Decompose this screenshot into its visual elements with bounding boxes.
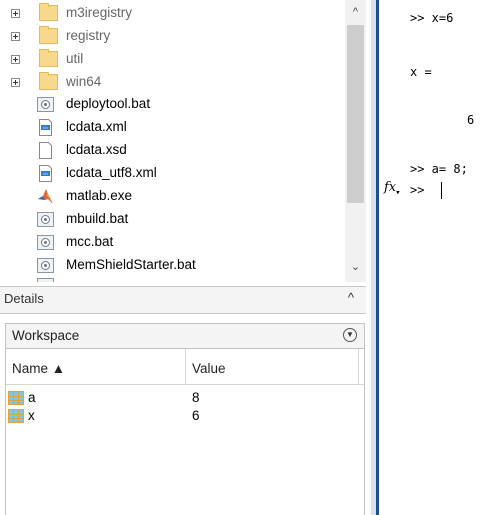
tree-row-win64[interactable]: win64 xyxy=(0,72,345,95)
file-name: matlab.exe xyxy=(66,188,133,203)
tree-row-m3iregistry[interactable]: m3iregistry xyxy=(0,3,345,26)
expand-icon[interactable] xyxy=(11,78,20,87)
tree-row-mcc-bat[interactable]: mcc.bat xyxy=(0,233,345,255)
batch-file-icon xyxy=(37,212,54,227)
workspace-actions-menu-icon[interactable]: ▼ xyxy=(343,328,357,342)
file-name: util xyxy=(66,51,84,66)
tree-row-util[interactable]: util xyxy=(0,49,345,72)
file-name: deploytool.bat xyxy=(66,96,151,111)
variable-value: 6 xyxy=(192,408,200,423)
folder-icon xyxy=(39,72,58,90)
column-header-name[interactable]: Name ▲ xyxy=(12,361,65,376)
tree-row-memshieldstarter-bat[interactable]: MemShieldStarter.bat xyxy=(0,256,345,278)
fx-label: fx xyxy=(384,180,397,195)
current-folder-tree: m3iregistry registry util win64 deployto… xyxy=(0,0,345,282)
file-name: registry xyxy=(66,28,111,43)
column-divider[interactable] xyxy=(358,349,359,384)
document-icon xyxy=(39,142,52,159)
scroll-down-arrow-icon[interactable]: ⌄ xyxy=(350,262,361,273)
tree-row-lcdata-xsd[interactable]: lcdata.xsd xyxy=(0,141,345,163)
matrix-variable-icon xyxy=(8,391,24,405)
command-line: >> a= 8; xyxy=(410,162,468,176)
column-divider[interactable] xyxy=(185,349,186,384)
file-name: lcdata.xsd xyxy=(66,142,127,157)
tree-row-lcdata-utf8-xml[interactable]: </> lcdata_utf8.xml xyxy=(0,164,345,186)
batch-file-icon xyxy=(37,97,54,112)
column-header-value[interactable]: Value xyxy=(192,361,226,376)
file-name: mbuild.bat xyxy=(66,211,129,226)
folder-icon xyxy=(39,3,58,21)
svg-text:</>: </> xyxy=(43,171,49,176)
file-name: m3iregistry xyxy=(66,5,133,20)
file-name: lcdata.xml xyxy=(66,119,127,134)
command-output-value: 6 xyxy=(467,113,475,127)
expand-icon[interactable] xyxy=(11,32,20,41)
variable-name: x xyxy=(28,408,35,423)
function-browser-icon[interactable]: fx▾ xyxy=(384,180,400,197)
matlab-logo-icon xyxy=(38,189,53,204)
variable-name: a xyxy=(28,390,36,405)
details-panel-header[interactable]: Details ^ xyxy=(0,286,366,314)
xml-file-icon: </> xyxy=(39,165,52,182)
file-name: lcdata_utf8.xml xyxy=(66,165,157,180)
command-line: >> x=6 xyxy=(410,11,454,25)
folder-icon xyxy=(39,49,58,67)
workspace-table: Name ▲ Value a 8 x 6 xyxy=(5,349,365,515)
workspace-variable-row[interactable]: x 6 xyxy=(6,407,364,425)
tree-row-lcdata-xml[interactable]: </> lcdata.xml xyxy=(0,118,345,140)
text-cursor xyxy=(441,182,442,199)
left-panel: m3iregistry registry util win64 deployto… xyxy=(0,0,371,515)
svg-text:</>: </> xyxy=(43,125,49,130)
command-window[interactable]: >> x=6 x = 6 >> a= 8; fx▾ >> xyxy=(379,0,491,515)
command-output-label: x = xyxy=(410,65,432,79)
file-name: win64 xyxy=(66,74,102,89)
file-name: mcc.bat xyxy=(66,234,114,249)
scroll-up-arrow-icon[interactable]: ^ xyxy=(350,7,361,18)
file-tree-scrollbar[interactable]: ^ ⌄ xyxy=(345,0,366,282)
batch-file-icon xyxy=(37,235,54,250)
workspace-header: Workspace ▼ xyxy=(5,323,365,349)
workspace-title: Workspace xyxy=(12,328,80,343)
file-name: MemShieldStarter.bat xyxy=(66,257,196,272)
tree-row-mbuild-bat[interactable]: mbuild.bat xyxy=(0,210,345,232)
tree-row-registry[interactable]: registry xyxy=(0,26,345,49)
workspace-variable-row[interactable]: a 8 xyxy=(6,389,364,407)
expand-icon[interactable] xyxy=(11,9,20,18)
tree-row-matlab-exe[interactable]: matlab.exe xyxy=(0,187,345,209)
xml-file-icon: </> xyxy=(39,119,52,136)
expand-icon[interactable] xyxy=(11,55,20,64)
batch-file-icon xyxy=(37,278,54,282)
command-prompt: >> xyxy=(410,183,432,197)
folder-icon xyxy=(39,26,58,44)
collapse-chevron-icon[interactable]: ^ xyxy=(348,290,354,305)
matrix-variable-icon xyxy=(8,409,24,423)
scroll-thumb[interactable] xyxy=(347,25,364,203)
workspace-column-headers: Name ▲ Value xyxy=(6,349,364,385)
tree-row-partial xyxy=(0,278,345,282)
tree-row-deploytool-bat[interactable]: deploytool.bat xyxy=(0,95,345,117)
variable-value: 8 xyxy=(192,390,200,405)
batch-file-icon xyxy=(37,258,54,273)
details-label: Details xyxy=(4,291,44,306)
